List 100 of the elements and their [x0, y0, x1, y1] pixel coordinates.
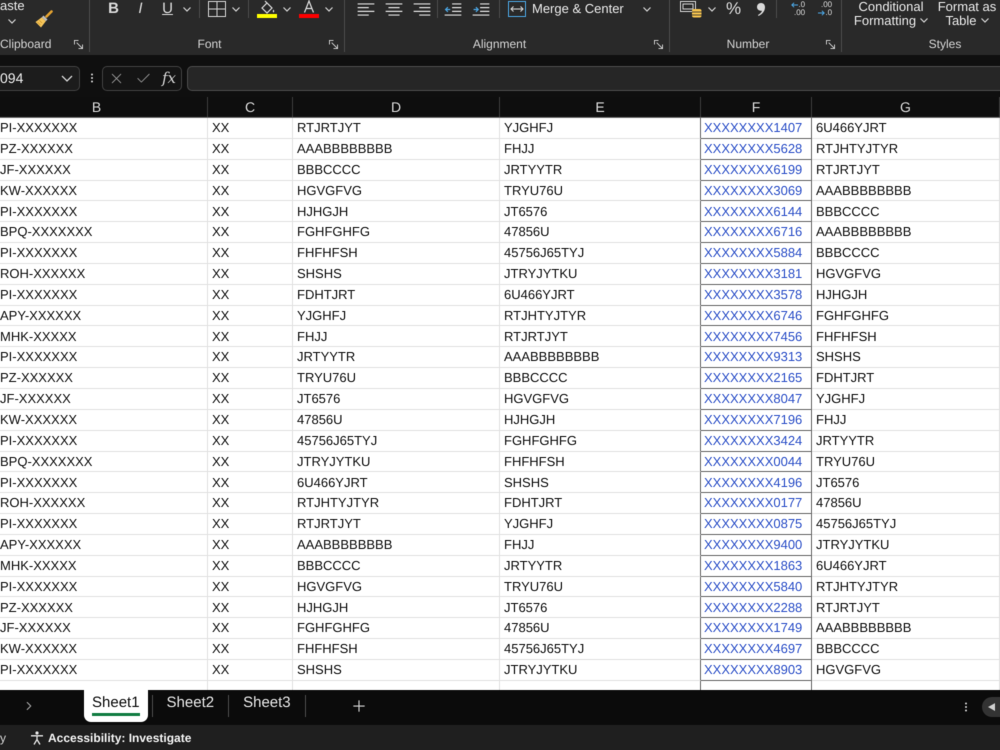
fill-color-icon[interactable]	[257, 0, 277, 18]
caret-icon[interactable]	[642, 6, 651, 12]
table-cell: XXXXXXXX7196	[701, 410, 812, 431]
decrease-indent-icon[interactable]	[444, 2, 462, 16]
caret-icon[interactable]	[283, 6, 291, 12]
table-cell: JT6576	[500, 597, 701, 618]
insert-function-button[interactable]: fx	[162, 69, 176, 87]
column-header[interactable]: B	[0, 97, 208, 117]
caret-icon[interactable]	[8, 19, 16, 24]
table-cell: 45756J65TYJ	[293, 430, 500, 452]
column-header[interactable]: D	[293, 97, 500, 117]
underline-button[interactable]: U	[154, 0, 181, 18]
table-cell: AAABBBBBBBB	[812, 180, 1000, 202]
paintbrush-icon[interactable]	[35, 10, 53, 28]
column-header[interactable]: F	[701, 97, 812, 117]
column-header[interactable]: C	[208, 97, 293, 117]
name-box[interactable]: 094	[0, 66, 80, 90]
dialog-launcher-icon[interactable]	[74, 40, 83, 48]
table-cell: FHFHFSH	[293, 639, 500, 660]
column-header[interactable]: G	[812, 97, 1000, 117]
italic-button[interactable]: I	[127, 0, 154, 18]
borders-icon[interactable]	[208, 1, 226, 17]
sheet-tab[interactable]: Sheet3	[233, 690, 301, 722]
table-cell: JT6576	[293, 388, 500, 410]
table-cell: XXXXXXXX9400	[701, 534, 812, 556]
table-cell: XXXXXXXX9313	[701, 347, 812, 368]
font-color-icon[interactable]	[299, 0, 319, 18]
align-center-icon[interactable]	[385, 2, 403, 16]
table-cell: HJHGJH	[812, 284, 1000, 306]
table-cell: FHJJ	[293, 326, 500, 348]
table-cell: PZ-XXXXXX	[0, 138, 208, 160]
table-cell: XXXXXXXX1863	[701, 556, 812, 577]
table-cell: TRYU76U	[500, 180, 701, 202]
table-cell: BBBCCCC	[812, 201, 1000, 222]
merge-center-button[interactable]: Merge & Center	[508, 0, 624, 18]
align-left-icon[interactable]	[357, 2, 375, 16]
table-cell: BPQ-XXXXXXX	[0, 222, 208, 244]
table-cell: XXXXXXXX3578	[701, 284, 812, 306]
caret-icon[interactable]	[183, 6, 191, 12]
sheet-tab[interactable]: Sheet1	[84, 690, 148, 722]
table-cell: XX	[208, 618, 293, 640]
sheet-tab[interactable]: Sheet2	[156, 690, 224, 722]
table-cell: JT6576	[812, 472, 1000, 494]
table-cell: TRYU76U	[812, 452, 1000, 472]
bold-button[interactable]: B	[100, 0, 127, 18]
table-cell: JTRYJYTKU	[293, 452, 500, 472]
table-cell: 47856U	[500, 618, 701, 640]
scroll-left-button[interactable]	[982, 697, 1000, 717]
accessibility-button[interactable]: Accessibility: Investigate	[30, 728, 192, 746]
dialog-launcher-icon[interactable]	[654, 40, 663, 48]
table-cell: BBBCCCC	[812, 243, 1000, 264]
table-cell: XX	[208, 222, 293, 244]
table-cell: XX	[208, 514, 293, 535]
paste-button[interactable]: aste	[0, 0, 25, 12]
table-cell: XX	[208, 534, 293, 556]
table-cell: RTJHTYJTYR	[293, 493, 500, 514]
group-label: Alignment	[472, 36, 526, 53]
caret-icon[interactable]	[708, 6, 716, 12]
table-cell: BPQ-XXXXXXX	[0, 452, 208, 472]
formula-input[interactable]	[187, 66, 1000, 90]
caret-icon[interactable]	[325, 6, 333, 12]
table-cell: XX	[208, 264, 293, 285]
conditional-formatting-button[interactable]: Conditional Formatting	[850, 0, 932, 27]
column-header[interactable]: E	[500, 97, 701, 117]
table-cell: 45756J65TYJ	[812, 514, 1000, 535]
table-cell: ROH-XXXXXX	[0, 493, 208, 514]
dialog-launcher-icon[interactable]	[329, 40, 338, 48]
increase-indent-icon[interactable]	[472, 2, 490, 16]
table-cell: FDHTJRT	[293, 284, 500, 306]
dialog-launcher-icon[interactable]	[826, 40, 835, 48]
caret-icon[interactable]	[232, 6, 240, 12]
table-cell: FGHFGHFG	[500, 430, 701, 452]
table-cell: MHK-XXXXX	[0, 556, 208, 577]
table-cell: XX	[208, 388, 293, 410]
table-cell: XXXXXXXX3424	[701, 430, 812, 452]
percent-style-button[interactable]: %	[726, 0, 742, 18]
accounting-format-icon[interactable]	[680, 0, 702, 18]
table-cell: PZ-XXXXXX	[0, 597, 208, 618]
table-cell: XX	[208, 639, 293, 660]
align-right-icon[interactable]	[413, 2, 431, 16]
table-cell: JRTYYTR	[500, 556, 701, 577]
format-as-table-button[interactable]: Format as Table	[934, 0, 1000, 27]
increase-decimal-button[interactable]: .0 .00	[785, 0, 806, 18]
table-cell: PI-XXXXXXX	[0, 576, 208, 598]
table-cell: PI-XXXXXXX	[0, 430, 208, 452]
table-cell: 45756J65TYJ	[500, 243, 701, 264]
comma-style-icon[interactable]	[757, 2, 766, 16]
table-cell: KW-XXXXXX	[0, 410, 208, 431]
table-cell: 47856U	[500, 222, 701, 244]
table-cell: XX	[208, 306, 293, 326]
decrease-decimal-button[interactable]: .00 .0	[812, 0, 832, 18]
table-cell: XX	[208, 201, 293, 222]
table-cell: XXXXXXXX5884	[701, 243, 812, 264]
table-cell: XX	[208, 493, 293, 514]
table-cell: PI-XXXXXXX	[0, 243, 208, 264]
table-cell: 45756J65TYJ	[500, 639, 701, 660]
table-cell: YJGHFJ	[500, 514, 701, 535]
table-cell: JT6576	[500, 201, 701, 222]
table-cell: HGVGFVG	[812, 660, 1000, 681]
table-cell: 6U466YJRT	[500, 284, 701, 306]
